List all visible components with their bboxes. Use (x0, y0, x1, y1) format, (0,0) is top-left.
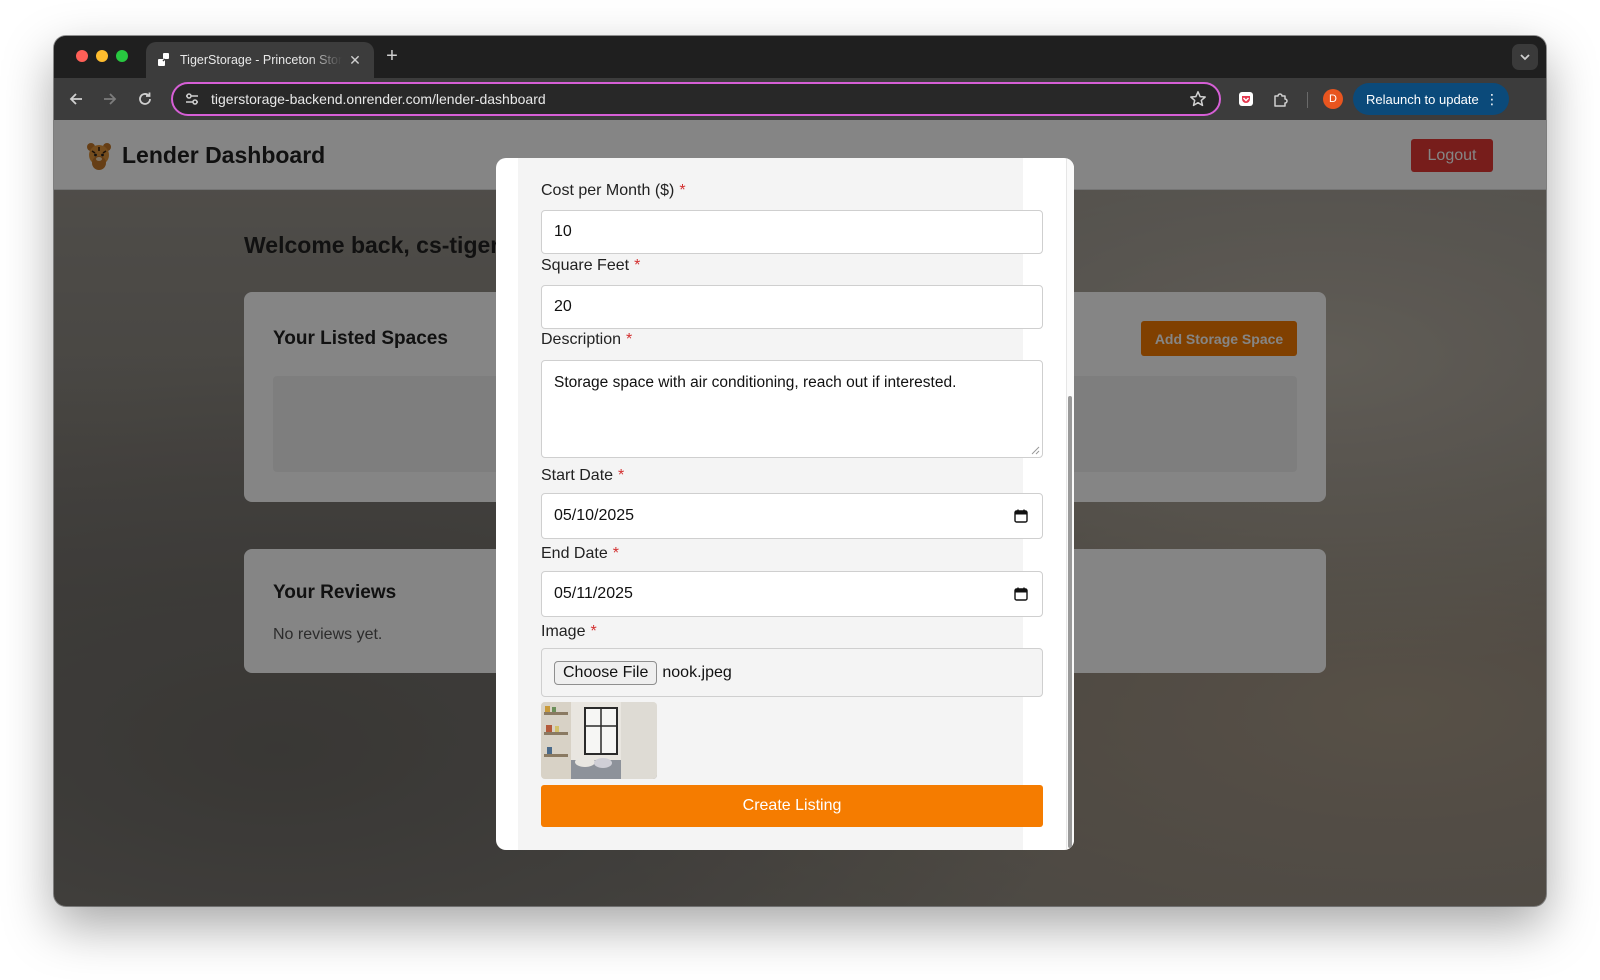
end-date-label: End Date * (541, 545, 619, 563)
square-feet-value: 20 (554, 298, 572, 315)
end-date-label-text: End Date (541, 545, 608, 562)
cost-value: 10 (554, 223, 572, 240)
address-bar[interactable]: tigerstorage-backend.onrender.com/lender… (171, 82, 1221, 116)
resize-grip-icon[interactable] (1031, 446, 1040, 455)
minimize-window-button[interactable] (96, 50, 108, 62)
end-date-value: 05/11/2025 (554, 585, 633, 602)
calendar-icon[interactable] (1014, 587, 1028, 601)
square-feet-label: Square Feet * (541, 257, 640, 275)
browser-tab-active[interactable]: TigerStorage - Princeton Storage ✕ (146, 42, 374, 78)
more-menu-icon[interactable]: ⋮ (1485, 91, 1499, 107)
site-favicon-icon (156, 52, 172, 68)
extensions-puzzle-icon[interactable] (1270, 88, 1292, 110)
chevron-down-icon (1520, 54, 1530, 61)
tab-title: TigerStorage - Princeton Storage (180, 53, 342, 67)
relaunch-label: Relaunch to update (1366, 91, 1479, 107)
reload-button[interactable] (133, 87, 157, 111)
description-textarea[interactable]: Storage space with air conditioning, rea… (541, 360, 1043, 458)
tab-close-icon[interactable]: ✕ (346, 52, 364, 69)
modal-scrollbar-thumb[interactable] (1068, 396, 1072, 848)
required-mark: * (612, 545, 619, 562)
cost-label-text: Cost per Month ($) (541, 182, 675, 199)
choose-file-button[interactable]: Choose File (554, 660, 658, 685)
image-label: Image * (541, 623, 597, 641)
required-mark: * (590, 623, 597, 640)
image-preview (541, 702, 657, 779)
maximize-window-button[interactable] (116, 50, 128, 62)
listing-form: Cost per Month ($) * 10 Square Feet * 20 D… (518, 158, 1043, 850)
arrow-left-icon (69, 93, 82, 105)
description-value: Storage space with air conditioning, rea… (554, 374, 957, 391)
start-date-input[interactable]: 05/10/2025 (541, 493, 1043, 539)
square-feet-input[interactable]: 20 (541, 285, 1043, 329)
pocket-extension-icon[interactable] (1235, 88, 1257, 110)
tab-search-button[interactable] (1512, 44, 1538, 70)
required-mark: * (634, 257, 641, 274)
cost-label: Cost per Month ($) * (541, 182, 686, 200)
description-label: Description * (541, 331, 632, 349)
arrow-right-icon (104, 93, 117, 105)
back-button[interactable] (64, 87, 88, 111)
calendar-icon[interactable] (1014, 509, 1028, 523)
image-label-text: Image (541, 623, 586, 640)
cost-per-month-input[interactable]: 10 (541, 210, 1043, 254)
selected-file-name: nook.jpeg (662, 663, 732, 681)
start-date-label-text: Start Date (541, 467, 614, 484)
close-window-button[interactable] (76, 50, 88, 62)
create-listing-button[interactable]: Create Listing (541, 785, 1043, 827)
toolbar-divider (1307, 92, 1308, 108)
relaunch-to-update-button[interactable]: Relaunch to update ⋮ (1353, 83, 1509, 115)
site-info-icon[interactable] (183, 90, 201, 108)
tune-icon (186, 93, 198, 105)
web-page: Lender Dashboard Logout Welcome back, cs… (54, 120, 1546, 906)
url-text[interactable]: tigerstorage-backend.onrender.com/lender… (211, 91, 1187, 107)
end-date-input[interactable]: 05/11/2025 (541, 571, 1043, 617)
start-date-label: Start Date * (541, 467, 624, 485)
new-tab-button[interactable]: + (380, 46, 404, 66)
forward-button[interactable] (98, 87, 122, 111)
description-label-text: Description (541, 331, 622, 348)
required-mark: * (618, 467, 625, 484)
browser-window: TigerStorage - Princeton Storage ✕ + (54, 36, 1546, 906)
reload-icon (139, 92, 151, 105)
tab-strip: TigerStorage - Princeton Storage ✕ + (54, 36, 1546, 78)
create-listing-modal: Cost per Month ($) * 10 Square Feet * 20 D… (496, 158, 1074, 850)
bookmark-star-icon[interactable] (1187, 88, 1209, 110)
required-mark: * (679, 182, 686, 199)
image-file-input[interactable]: Choose File nook.jpeg (541, 648, 1043, 697)
browser-toolbar: tigerstorage-backend.onrender.com/lender… (54, 78, 1546, 120)
profile-avatar[interactable]: D (1323, 89, 1343, 109)
start-date-value: 05/10/2025 (554, 507, 635, 524)
required-mark: * (626, 331, 633, 348)
square-feet-label-text: Square Feet (541, 257, 630, 274)
